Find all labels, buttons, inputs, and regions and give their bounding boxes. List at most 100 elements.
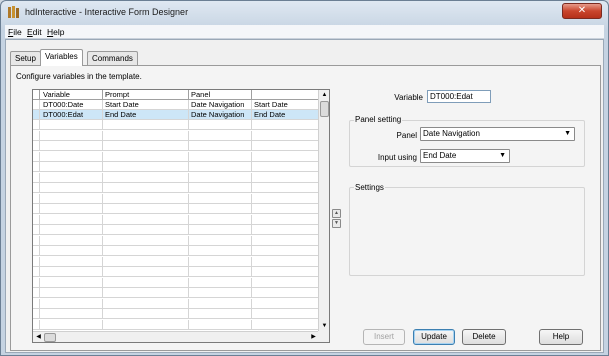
empty-grid-cell	[189, 130, 252, 141]
empty-grid-cell	[103, 246, 189, 256]
empty-grid-row	[33, 214, 319, 225]
table-row[interactable]: DT000:Date Start Date Date Navigation St…	[33, 100, 319, 110]
menu-file[interactable]: File	[8, 27, 22, 37]
empty-grid-cell	[252, 267, 319, 277]
empty-grid-row	[33, 162, 319, 172]
col-header-panel[interactable]: Panel	[189, 90, 252, 100]
close-button[interactable]: ✕	[562, 3, 602, 19]
empty-grid-cell	[189, 319, 252, 330]
scroll-up-icon[interactable]: ▲	[319, 90, 330, 101]
empty-grid-cell	[189, 277, 252, 288]
row-marker	[33, 193, 40, 204]
title-bar[interactable]: hdInteractive - Interactive Form Designe…	[1, 1, 608, 23]
help-button[interactable]: Help	[539, 329, 583, 345]
move-down-button[interactable]: ▼	[332, 219, 341, 228]
empty-grid-cell	[41, 277, 103, 288]
move-down-icon: ▼	[334, 220, 339, 226]
chevron-down-icon: ▼	[499, 152, 506, 159]
horizontal-scroll-thumb[interactable]	[44, 333, 56, 342]
instruction-text: Configure variables in the template.	[16, 72, 142, 81]
empty-grid-cell	[252, 194, 319, 204]
empty-grid-cell	[103, 288, 189, 298]
empty-grid-cell	[252, 246, 319, 256]
empty-grid-cell	[103, 298, 189, 309]
empty-grid-row	[33, 246, 319, 256]
row-marker	[33, 288, 40, 298]
empty-grid-cell	[103, 319, 189, 330]
empty-grid-row	[33, 235, 319, 246]
col-header-variable[interactable]: Variable	[41, 90, 103, 100]
cell-input: End Date	[254, 110, 286, 119]
empty-grid-cell	[252, 162, 319, 172]
empty-grid-cell	[41, 193, 103, 204]
empty-grid-cell	[103, 214, 189, 225]
grid-body: Variable Prompt Panel DT000:Date Start D…	[33, 90, 319, 332]
menu-help[interactable]: Help	[47, 27, 64, 37]
empty-grid-cell	[189, 246, 252, 256]
row-marker	[33, 235, 40, 246]
header-row-marker	[33, 90, 40, 100]
menu-edit[interactable]: Edit	[27, 27, 42, 37]
update-button[interactable]: Update	[413, 329, 455, 345]
grid-horizontal-scrollbar[interactable]: ◀ ▶	[33, 331, 319, 342]
empty-grid-cell	[103, 162, 189, 172]
empty-grid-cell	[189, 267, 252, 277]
scroll-left-icon[interactable]: ◀	[33, 332, 44, 343]
table-row-selected[interactable]: DT000:Edat End Date Date Navigation End …	[33, 110, 319, 120]
input-using-select[interactable]: End Date ▼	[420, 149, 510, 163]
empty-grid-cell	[103, 183, 189, 193]
empty-grid-cell	[252, 120, 319, 130]
empty-grid-cell	[41, 204, 103, 214]
empty-grid-cell	[41, 214, 103, 225]
empty-grid-cell	[189, 183, 252, 193]
tab-commands[interactable]: Commands	[87, 51, 138, 65]
empty-grid-row	[33, 151, 319, 162]
tab-setup[interactable]: Setup	[10, 51, 41, 65]
vertical-scroll-thumb[interactable]	[320, 101, 329, 117]
empty-grid-cell	[41, 267, 103, 277]
col-header-extra[interactable]	[252, 90, 319, 100]
col-header-prompt[interactable]: Prompt	[103, 90, 189, 100]
empty-grid-cell	[189, 309, 252, 319]
row-marker	[33, 225, 40, 235]
empty-grid-cell	[103, 277, 189, 288]
empty-grid-row	[33, 298, 319, 309]
empty-grid-cell	[41, 151, 103, 162]
empty-grid-cell	[252, 131, 319, 141]
row-marker	[33, 309, 40, 319]
menu-bar: File Edit Help	[5, 25, 604, 39]
cell-panel: Date Navigation	[189, 110, 252, 120]
move-up-icon: ▲	[334, 210, 339, 216]
empty-grid-cell	[189, 141, 252, 151]
empty-grid-cell	[252, 215, 319, 225]
tab-variables[interactable]: Variables	[40, 49, 83, 66]
variables-grid[interactable]: Variable Prompt Panel DT000:Date Start D…	[32, 89, 330, 343]
empty-grid-cell	[189, 235, 252, 246]
row-marker	[33, 141, 40, 151]
row-marker	[33, 183, 40, 193]
empty-grid-cell	[41, 141, 103, 151]
chevron-down-icon: ▼	[564, 130, 571, 137]
grid-vertical-scrollbar[interactable]: ▲ ▼	[318, 90, 329, 332]
input-using-label: Input using	[377, 153, 417, 162]
menu-edit-label: dit	[32, 27, 42, 37]
panel-select[interactable]: Date Navigation ▼	[420, 127, 575, 141]
empty-grid-cell	[252, 320, 319, 330]
grid-header: Variable Prompt Panel	[33, 90, 319, 100]
empty-grid-cell	[103, 309, 189, 319]
variable-field[interactable]: DT000:Edat	[427, 90, 491, 103]
empty-grid-cell	[41, 246, 103, 256]
empty-grid-cell	[252, 288, 319, 298]
row-marker	[33, 151, 40, 162]
empty-grid-cell	[252, 173, 319, 183]
empty-grid-cell	[189, 256, 252, 267]
cell-variable: DT000:Date	[41, 100, 103, 110]
delete-button[interactable]: Delete	[462, 329, 506, 345]
move-up-button[interactable]: ▲	[332, 209, 341, 218]
cell-variable: DT000:Edat	[41, 110, 103, 120]
empty-grid-cell	[103, 225, 189, 235]
close-icon: ✕	[577, 5, 587, 16]
app-icon	[8, 6, 19, 18]
insert-button[interactable]: Insert	[363, 329, 405, 345]
empty-grid-cell	[252, 299, 319, 309]
